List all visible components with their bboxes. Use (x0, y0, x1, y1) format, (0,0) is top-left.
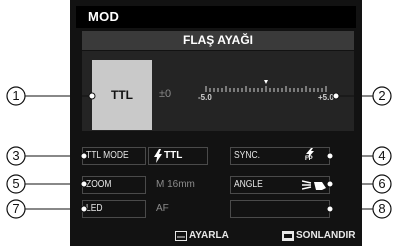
callout-dot-2 (332, 92, 340, 100)
callout-dot-6 (326, 180, 334, 188)
callout-6: 6 (378, 176, 386, 191)
callout-7: 7 (12, 201, 20, 216)
callout-5: 5 (12, 176, 20, 191)
callout-dot-5 (80, 180, 88, 188)
callout-3: 3 (12, 148, 20, 163)
callout-8: 8 (378, 201, 386, 216)
callout-dot-3 (80, 152, 88, 160)
callout-dot-1 (88, 92, 96, 100)
callout-2: 2 (378, 88, 386, 103)
callout-lines (6, 86, 392, 219)
callout-dot-8 (326, 205, 334, 213)
callout-1: 1 (12, 88, 20, 103)
callout-dot-4 (326, 152, 334, 160)
callout-dot-7 (80, 205, 88, 213)
callout-4: 4 (378, 148, 386, 163)
